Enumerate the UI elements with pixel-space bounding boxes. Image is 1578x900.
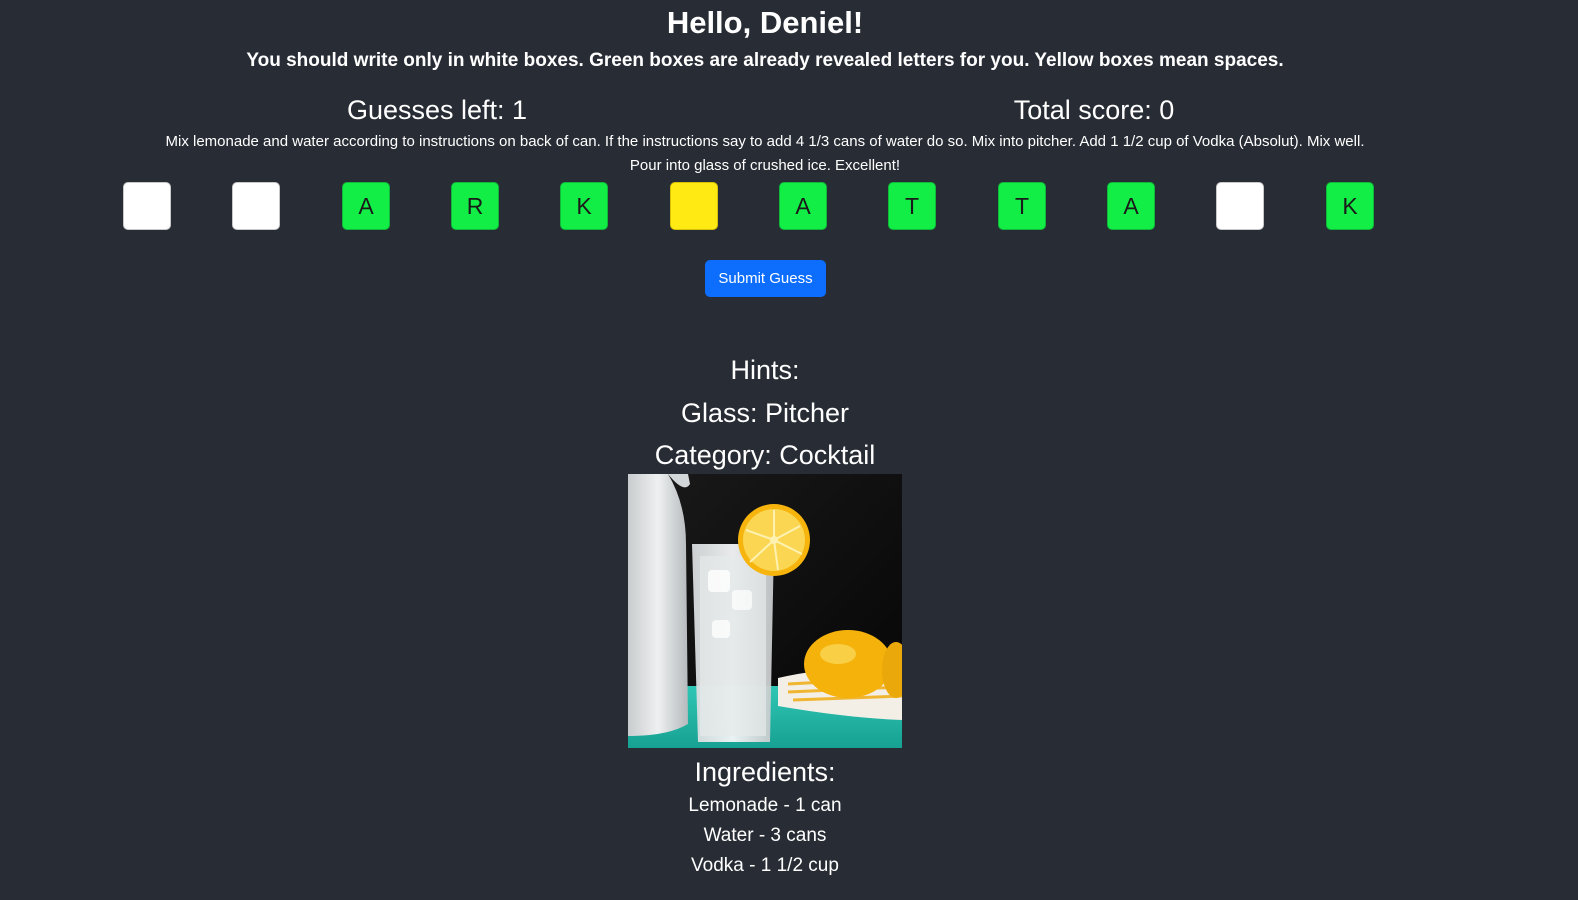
guesses-left: Guesses left: 1	[346, 95, 528, 125]
letter-tile-revealed: K	[560, 182, 608, 230]
ingredient-item: Vodka - 1 1/2 cup	[691, 855, 839, 876]
glass-hint: Glass: Pitcher	[680, 398, 850, 428]
letter-tile-white[interactable]	[1216, 182, 1264, 230]
letter-input[interactable]	[124, 183, 170, 229]
game-page: Hello, Deniel! You should write only in …	[0, 0, 1578, 900]
ingredient-item: Water - 3 cans	[703, 825, 827, 846]
total-score: Total score: 0	[1013, 95, 1175, 125]
letter-tile-white[interactable]	[123, 182, 171, 230]
category-hint: Category: Cocktail	[654, 440, 876, 470]
letter-tile-revealed: A	[1107, 182, 1155, 230]
hints-title: Hints:	[730, 355, 800, 385]
letter-tile-revealed: T	[888, 182, 936, 230]
submit-guess-button[interactable]: Submit Guess	[705, 260, 826, 297]
letter-tile-white[interactable]	[232, 182, 280, 230]
space-tile	[670, 182, 718, 230]
cocktail-image	[628, 474, 902, 748]
recipe-instructions-line-1: Mix lemonade and water according to inst…	[165, 133, 1365, 150]
letter-input[interactable]	[233, 183, 279, 229]
recipe-instructions-line-2: Pour into glass of crushed ice. Excellen…	[629, 157, 901, 174]
letter-tile-revealed: A	[779, 182, 827, 230]
recipe-instructions: Mix lemonade and water according to inst…	[115, 130, 1415, 178]
letter-input[interactable]	[1217, 183, 1263, 229]
letter-tile-revealed: R	[451, 182, 499, 230]
greeting-heading: Hello, Deniel!	[666, 5, 864, 40]
game-instructions: You should write only in white boxes. Gr…	[246, 50, 1284, 71]
letter-tile-revealed: T	[998, 182, 1046, 230]
letter-tile-revealed: K	[1326, 182, 1374, 230]
ingredients-title: Ingredients:	[694, 757, 836, 787]
ingredient-item: Lemonade - 1 can	[688, 795, 842, 816]
letter-tile-revealed: A	[342, 182, 390, 230]
